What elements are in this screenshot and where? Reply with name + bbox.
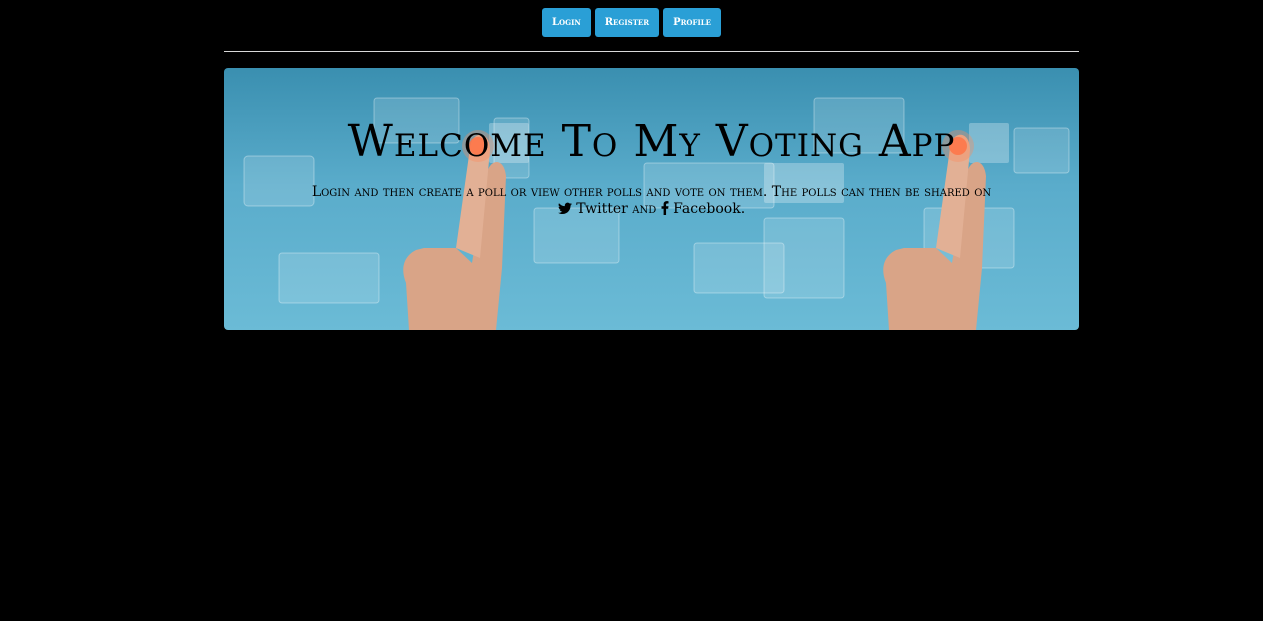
profile-button[interactable]: Profile — [663, 8, 722, 37]
hero-banner: Welcome To My Voting App Login and then … — [224, 68, 1079, 330]
header-divider — [224, 51, 1079, 52]
register-button[interactable]: Register — [594, 8, 660, 37]
hero-title: Welcome To My Voting App — [347, 116, 956, 167]
facebook-icon — [661, 201, 669, 215]
login-button[interactable]: Login — [541, 8, 591, 37]
and-text: and — [632, 201, 657, 217]
hero-description: Login and then create a poll or view oth… — [264, 184, 1039, 218]
twitter-icon — [557, 202, 572, 215]
top-nav: Login Register Profile — [0, 8, 1263, 37]
facebook-share-link[interactable]: Facebook. — [673, 201, 745, 217]
twitter-share-link[interactable]: Twitter — [576, 201, 628, 217]
hero-description-line1: Login and then create a poll or view oth… — [311, 184, 992, 200]
hero-description-line2: Twitter and Facebook. — [264, 201, 1039, 218]
